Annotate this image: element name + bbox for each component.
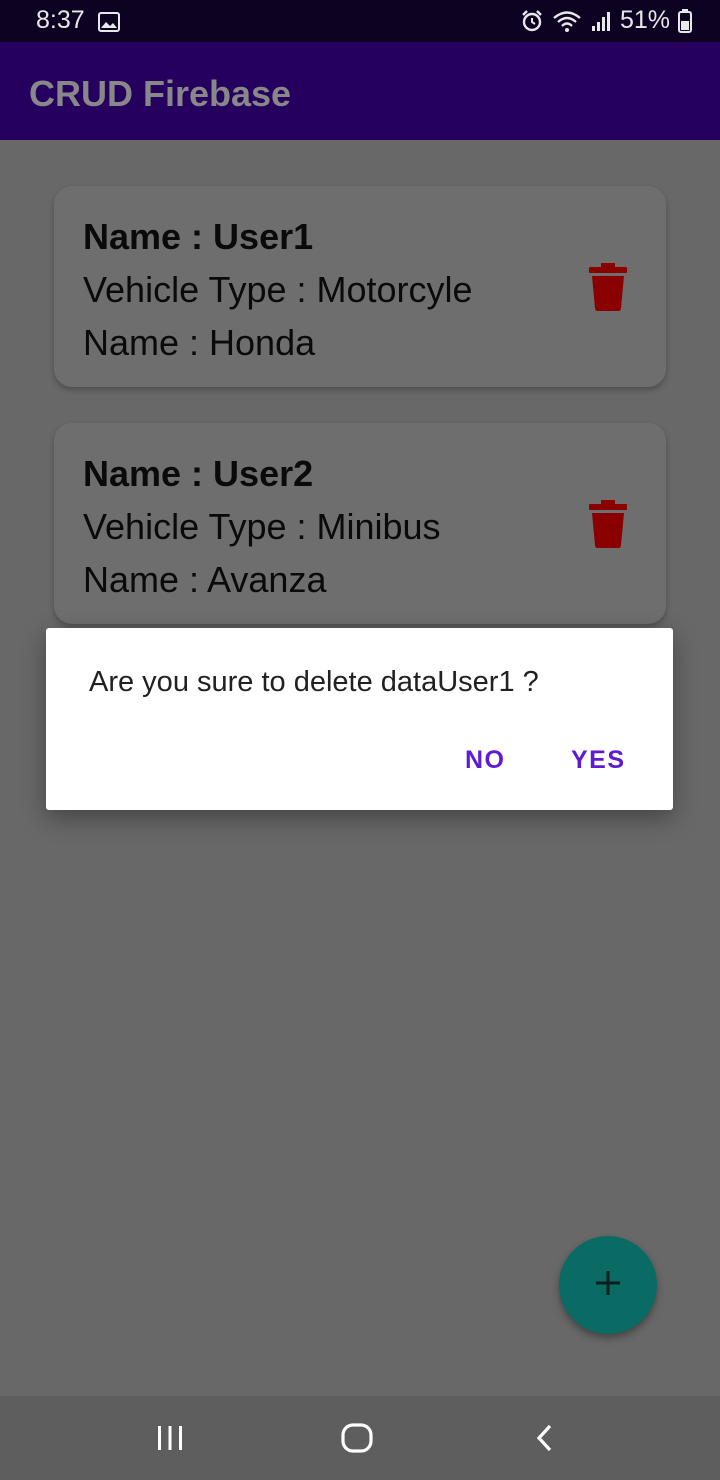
plus-icon — [594, 1269, 622, 1302]
app-title: CRUD Firebase — [29, 73, 292, 114]
system-nav-bar — [0, 1396, 720, 1480]
gallery-icon — [98, 12, 120, 37]
battery-percent: 51% — [619, 6, 670, 34]
card-vehicle-name: Name : Honda — [83, 322, 316, 363]
add-fab-button[interactable] — [559, 1236, 657, 1334]
status-icons: 51% — [520, 6, 692, 35]
trash-icon[interactable] — [588, 500, 628, 548]
alarm-icon — [520, 9, 544, 33]
home-icon[interactable] — [337, 1418, 377, 1458]
no-button[interactable]: NO — [465, 746, 506, 775]
battery-icon — [678, 8, 692, 33]
wifi-icon — [552, 9, 582, 33]
trash-icon[interactable] — [588, 263, 628, 311]
card-vehicle-name: Name : Avanza — [83, 559, 327, 600]
signal-icon — [590, 10, 612, 32]
user-card[interactable]: Name : User1 Vehicle Type : Motorcyle Na… — [54, 186, 666, 387]
recent-apps-icon[interactable] — [150, 1418, 190, 1458]
user-card[interactable]: Name : User2 Vehicle Type : Minibus Name… — [54, 423, 666, 624]
status-time: 8:37 — [36, 6, 85, 34]
card-user-name: Name : User1 — [83, 216, 314, 257]
delete-confirm-dialog: Are you sure to delete dataUser1 ? NO YE… — [46, 628, 673, 810]
status-bar: 8:37 51% — [0, 0, 720, 42]
app-bar: CRUD Firebase — [0, 42, 720, 140]
yes-button[interactable]: YES — [571, 746, 626, 775]
back-icon[interactable] — [525, 1418, 565, 1458]
card-user-name: Name : User2 — [83, 453, 314, 494]
card-vehicle-type: Vehicle Type : Motorcyle — [83, 269, 473, 310]
card-vehicle-type: Vehicle Type : Minibus — [83, 506, 441, 547]
dialog-message: Are you sure to delete dataUser1 ? — [89, 666, 539, 698]
